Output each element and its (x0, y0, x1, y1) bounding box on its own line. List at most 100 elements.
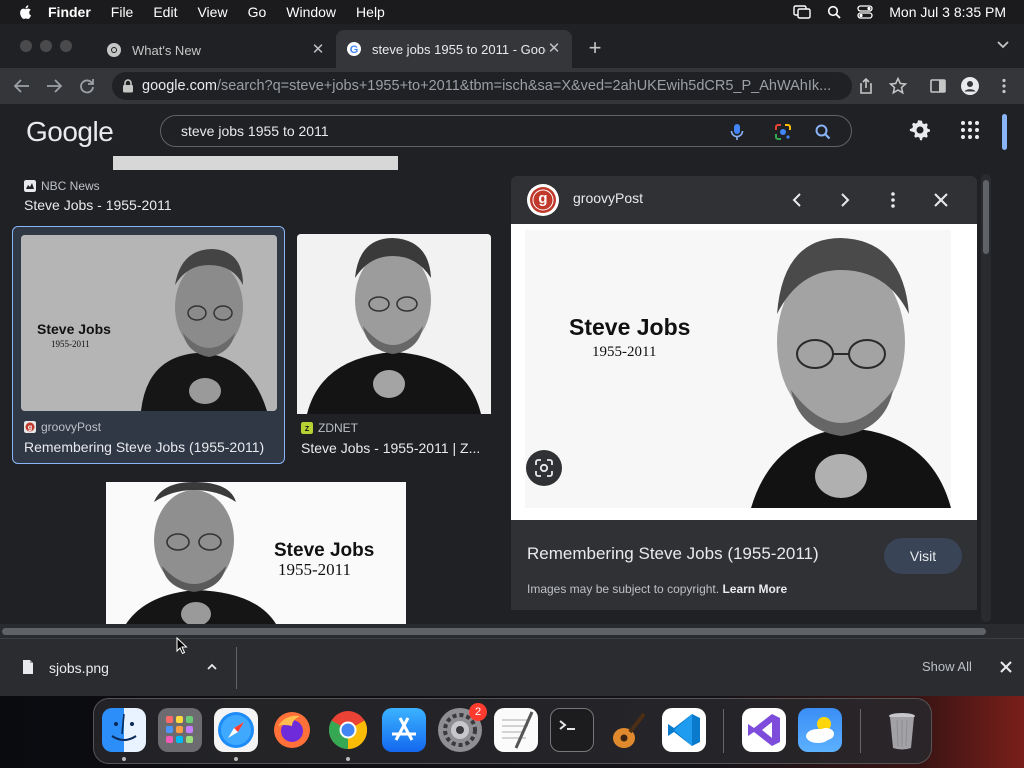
horizontal-scrollbar-thumb[interactable] (2, 628, 986, 635)
close-preview-icon[interactable] (929, 188, 953, 212)
tab-close-icon[interactable]: ✕ (310, 42, 326, 58)
menu-view[interactable]: View (197, 4, 227, 20)
result-source[interactable]: NBC News (24, 179, 100, 193)
tab-title: steve jobs 1955 to 2011 - Google (372, 41, 546, 57)
preview-title[interactable]: Remembering Steve Jobs (1955-2011) (527, 544, 819, 564)
dock-separator (860, 709, 861, 753)
svg-text:g: g (28, 425, 32, 432)
result-title[interactable]: Steve Jobs - 1955-2011 (24, 197, 172, 213)
search-inside-image-button[interactable] (526, 450, 562, 486)
app-store-icon[interactable] (382, 708, 426, 752)
download-file-name[interactable]: sjobs.png (49, 660, 109, 676)
tab-close-icon[interactable]: ✕ (546, 41, 562, 57)
learn-more-link[interactable]: Learn More (722, 582, 787, 596)
settings-gear-icon[interactable] (908, 118, 932, 142)
result-source[interactable]: Z ZDNET (301, 421, 358, 435)
result-source-name: NBC News (41, 179, 100, 193)
svg-text:Z: Z (305, 426, 310, 433)
control-center-icon[interactable] (857, 5, 873, 19)
groovypost-avatar[interactable]: g (527, 184, 559, 216)
terminal-icon[interactable] (550, 708, 594, 752)
menu-edit[interactable]: Edit (153, 4, 177, 20)
profile-icon[interactable] (960, 76, 980, 96)
thumbnail-caption-name: Steve Jobs (37, 321, 111, 337)
tab-google-search[interactable]: G steve jobs 1955 to 2011 - Google ✕ (336, 30, 572, 68)
copyright-notice: Images may be subject to copyright. Lear… (527, 582, 787, 596)
show-all-downloads-button[interactable]: Show All (922, 659, 972, 674)
new-tab-button[interactable]: + (585, 37, 605, 59)
bookmark-star-icon[interactable] (888, 76, 908, 96)
tab-strip: What's New ✕ G steve jobs 1955 to 2011 -… (0, 24, 1024, 68)
share-icon[interactable] (856, 76, 876, 96)
previous-image-chevron-icon[interactable] (785, 188, 809, 212)
image-result-bottom-edge[interactable] (113, 156, 398, 170)
chrome-app-icon[interactable] (326, 708, 370, 752)
trash-icon[interactable] (880, 708, 924, 752)
finder-icon[interactable] (102, 708, 146, 752)
window-zoom-dot[interactable] (60, 40, 72, 52)
firefox-icon[interactable] (270, 708, 314, 752)
thumbnail-caption-name: Steve Jobs (274, 540, 375, 561)
garageband-icon[interactable] (606, 708, 650, 752)
side-panel-icon[interactable] (928, 76, 948, 96)
window-close-dot[interactable] (20, 40, 32, 52)
tab-title: What's New (132, 42, 201, 58)
zdnet-favicon-icon: Z (301, 422, 313, 434)
textedit-page-icon (502, 711, 534, 749)
menu-bar: Finder File Edit View Go Window Help Mon… (0, 0, 1024, 24)
more-options-icon[interactable] (881, 188, 905, 212)
visual-studio-icon[interactable] (742, 708, 786, 752)
apple-menu-icon[interactable] (18, 4, 34, 20)
download-options-chevron-icon[interactable] (205, 660, 219, 674)
menu-clock[interactable]: Mon Jul 3 8:35 PM (889, 4, 1006, 20)
preview-scrollbar-thumb[interactable] (983, 180, 989, 254)
result-thumbnail[interactable] (297, 234, 491, 414)
kebab-menu-icon[interactable] (994, 76, 1014, 96)
visit-button[interactable]: Visit (884, 538, 962, 574)
result-title[interactable]: Steve Jobs - 1955-2011 | Z... (301, 440, 491, 456)
google-logo[interactable]: Google (26, 116, 114, 148)
chrome-icon (107, 43, 121, 57)
back-arrow-icon[interactable] (12, 76, 32, 96)
menu-go[interactable]: Go (248, 4, 267, 20)
selected-result-card[interactable]: Steve Jobs 1955-2011 g groovyPost Rememb… (12, 226, 285, 464)
forward-arrow-icon[interactable] (44, 76, 64, 96)
launchpad-icon[interactable] (158, 708, 202, 752)
tab-search-chevron-icon[interactable] (996, 40, 1010, 50)
vscode-icon[interactable] (662, 708, 706, 752)
safari-compass-icon (218, 712, 254, 748)
tab-whats-new[interactable]: What's New ✕ (96, 32, 336, 68)
menu-file[interactable]: File (111, 4, 134, 20)
search-box[interactable]: steve jobs 1955 to 2011 (160, 115, 852, 147)
window-minimize-dot[interactable] (40, 40, 52, 52)
spotlight-search-icon[interactable] (827, 5, 841, 19)
safari-icon[interactable] (214, 708, 258, 752)
result-thumbnail[interactable]: Steve Jobs 1955-2011 (106, 482, 406, 624)
preview-image[interactable]: Steve Jobs 1955-2011 (511, 224, 977, 520)
page-scroll-indicator[interactable] (1002, 114, 1007, 150)
url-path: /search?q=steve+jobs+1955+to+2011&tbm=is… (216, 78, 832, 94)
next-image-chevron-icon[interactable] (833, 188, 857, 212)
menu-window[interactable]: Window (286, 4, 336, 20)
menu-app-name[interactable]: Finder (48, 4, 91, 20)
voice-search-mic-icon[interactable] (727, 122, 747, 142)
reload-icon[interactable] (77, 76, 97, 96)
google-apps-grid-icon[interactable] (958, 118, 982, 142)
close-downloads-bar-icon[interactable] (998, 659, 1014, 675)
screen-mirroring-icon[interactable] (793, 5, 811, 19)
search-query[interactable]: steve jobs 1955 to 2011 (181, 123, 329, 139)
menu-help[interactable]: Help (356, 4, 385, 20)
textedit-icon[interactable] (494, 708, 538, 752)
weather-icon[interactable] (798, 708, 842, 752)
address-bar[interactable]: google.com/search?q=steve+jobs+1955+to+2… (112, 72, 852, 100)
preview-scrollbar[interactable] (981, 174, 991, 622)
result-title[interactable]: Remembering Steve Jobs (1955-2011) (24, 439, 264, 455)
search-icon[interactable] (813, 122, 833, 142)
preview-source-name[interactable]: groovyPost (573, 190, 643, 206)
google-images-page: Google steve jobs 1955 to 2011 NBC News … (0, 104, 1024, 638)
result-source[interactable]: g groovyPost (24, 420, 101, 434)
trash-can-icon (889, 713, 915, 750)
lock-icon[interactable] (122, 79, 134, 93)
google-lens-icon[interactable] (773, 122, 793, 142)
result-thumbnail[interactable]: Steve Jobs 1955-2011 (21, 235, 277, 411)
